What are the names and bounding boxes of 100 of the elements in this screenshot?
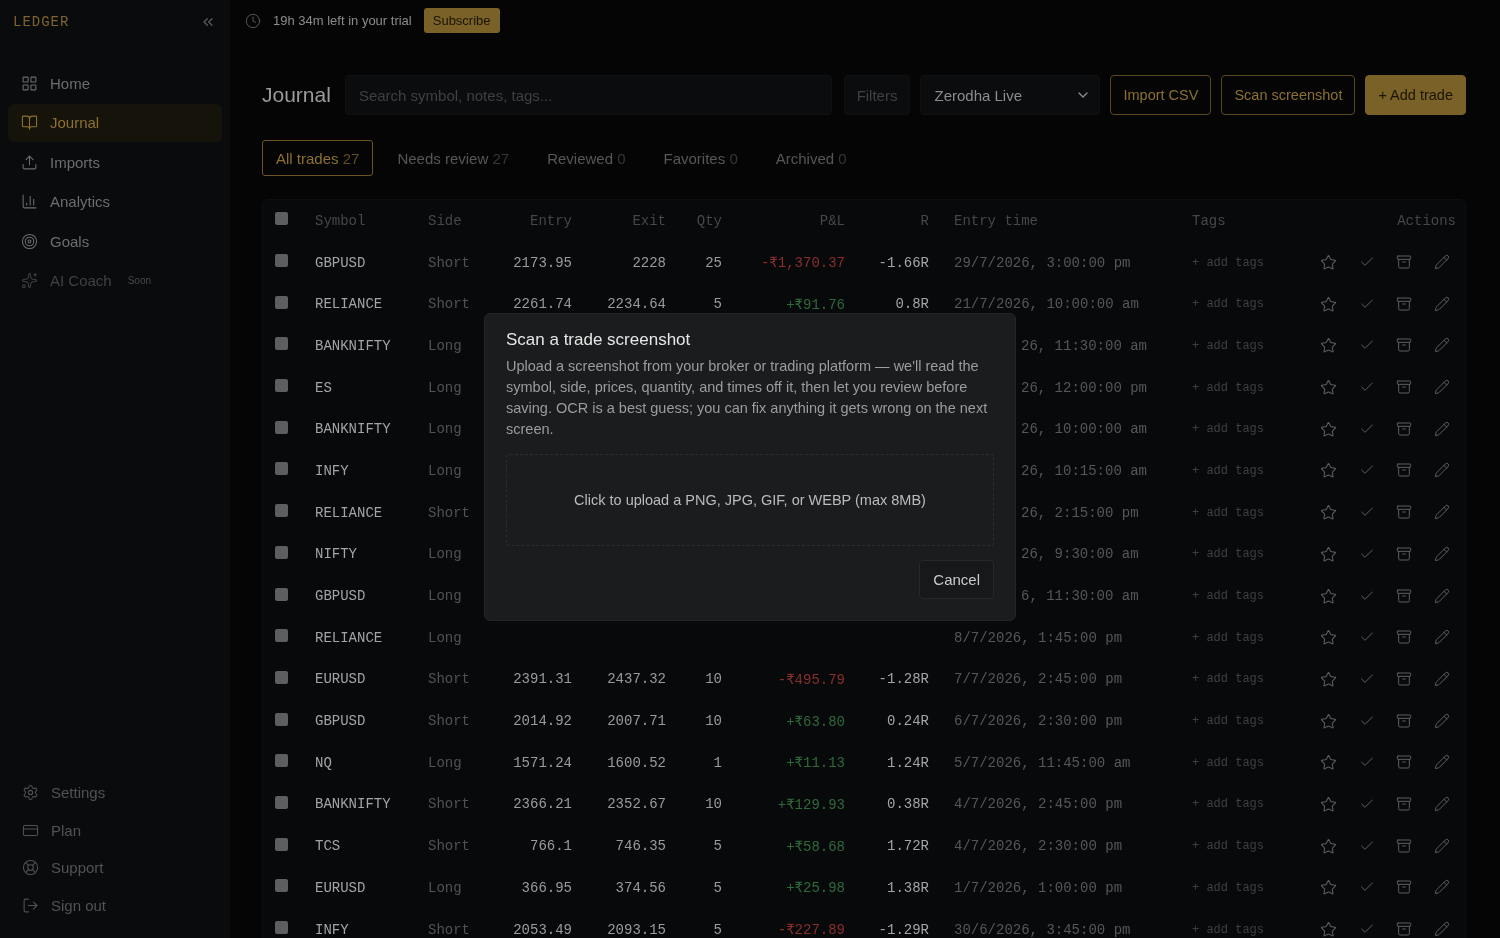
row-checkbox[interactable]: [275, 337, 288, 351]
pencil-icon[interactable]: [1433, 545, 1450, 562]
pencil-icon[interactable]: [1433, 587, 1450, 604]
pencil-icon[interactable]: [1433, 754, 1450, 771]
nav-item[interactable]: Imports: [8, 143, 222, 182]
upload-dropzone[interactable]: Click to upload a PNG, JPG, GIF, or WEBP (max 8MB): [506, 454, 994, 546]
pencil-icon[interactable]: [1433, 504, 1450, 521]
add-tags-link[interactable]: + add tags: [1192, 630, 1310, 645]
archive-icon[interactable]: [1396, 670, 1412, 687]
row-checkbox[interactable]: [275, 504, 288, 518]
star-icon[interactable]: [1320, 712, 1337, 730]
archive-icon[interactable]: [1396, 754, 1412, 771]
toolbar-button[interactable]: Import CSV: [1110, 75, 1212, 115]
archive-icon[interactable]: [1396, 295, 1412, 312]
pencil-icon[interactable]: [1433, 879, 1450, 896]
nav-item[interactable]: Goals: [8, 222, 222, 261]
pencil-icon[interactable]: [1433, 420, 1450, 437]
star-icon[interactable]: [1320, 504, 1337, 522]
star-icon[interactable]: [1320, 795, 1337, 813]
add-tags-link[interactable]: + add tags: [1192, 797, 1310, 812]
pencil-icon[interactable]: [1433, 837, 1450, 854]
account-select[interactable]: Zerodha Live: [920, 75, 1101, 115]
pencil-icon[interactable]: [1433, 670, 1450, 687]
pencil-icon[interactable]: [1433, 337, 1450, 354]
pencil-icon[interactable]: [1433, 462, 1450, 479]
add-tags-link[interactable]: + add tags: [1192, 463, 1310, 478]
add-tags-link[interactable]: + add tags: [1192, 880, 1310, 895]
add-tags-link[interactable]: + add tags: [1192, 755, 1310, 770]
archive-icon[interactable]: [1396, 504, 1412, 521]
row-checkbox[interactable]: [275, 420, 288, 434]
archive-icon[interactable]: [1396, 712, 1412, 729]
archive-icon[interactable]: [1396, 337, 1412, 354]
nav-item[interactable]: Plan: [8, 811, 222, 849]
nav-item[interactable]: Settings: [8, 774, 222, 812]
star-icon[interactable]: [1320, 337, 1337, 355]
add-tags-link[interactable]: + add tags: [1192, 422, 1310, 437]
nav-item[interactable]: Sign out: [8, 886, 222, 924]
star-icon[interactable]: [1320, 587, 1337, 605]
star-icon[interactable]: [1320, 295, 1337, 313]
toolbar-button[interactable]: Scan screenshot: [1221, 75, 1356, 115]
archive-icon[interactable]: [1396, 420, 1412, 437]
row-checkbox[interactable]: [275, 629, 288, 643]
add-tags-link[interactable]: + add tags: [1192, 297, 1310, 312]
nav-item[interactable]: Analytics: [8, 182, 222, 221]
row-checkbox[interactable]: [275, 379, 288, 393]
toolbar-button[interactable]: + Add trade: [1365, 75, 1466, 115]
star-icon[interactable]: [1320, 837, 1337, 855]
star-icon[interactable]: [1320, 379, 1337, 397]
row-checkbox[interactable]: [275, 670, 288, 684]
star-icon[interactable]: [1320, 754, 1337, 772]
archive-icon[interactable]: [1396, 879, 1412, 896]
archive-icon[interactable]: [1396, 545, 1412, 562]
row-checkbox[interactable]: [275, 295, 288, 309]
archive-icon[interactable]: [1396, 629, 1412, 646]
pencil-icon[interactable]: [1433, 379, 1450, 396]
pencil-icon[interactable]: [1433, 712, 1450, 729]
filter-tab[interactable]: All trades 27: [262, 140, 374, 176]
row-checkbox[interactable]: [275, 879, 288, 893]
row-checkbox[interactable]: [275, 837, 288, 851]
archive-icon[interactable]: [1396, 795, 1412, 812]
archive-icon[interactable]: [1396, 837, 1412, 854]
pencil-icon[interactable]: [1433, 629, 1450, 646]
archive-icon[interactable]: [1396, 587, 1412, 604]
row-checkbox[interactable]: [275, 795, 288, 809]
archive-icon[interactable]: [1396, 254, 1412, 271]
star-icon[interactable]: [1320, 879, 1337, 897]
star-icon[interactable]: [1320, 629, 1337, 647]
pencil-icon[interactable]: [1433, 254, 1450, 271]
add-tags-link[interactable]: + add tags: [1192, 589, 1310, 604]
star-icon[interactable]: [1320, 254, 1337, 272]
row-checkbox[interactable]: [275, 545, 288, 559]
add-tags-link[interactable]: + add tags: [1192, 547, 1310, 562]
select-all-checkbox[interactable]: [275, 212, 288, 226]
add-tags-link[interactable]: + add tags: [1192, 255, 1310, 270]
pencil-icon[interactable]: [1433, 295, 1450, 312]
pencil-icon[interactable]: [1433, 921, 1450, 938]
add-tags-link[interactable]: + add tags: [1192, 839, 1310, 854]
pencil-icon[interactable]: [1433, 795, 1450, 812]
archive-icon[interactable]: [1396, 921, 1412, 938]
star-icon[interactable]: [1320, 545, 1337, 563]
nav-item[interactable]: Journal: [8, 103, 222, 142]
star-icon[interactable]: [1320, 420, 1337, 438]
row-checkbox[interactable]: [275, 587, 288, 601]
row-checkbox[interactable]: [275, 462, 288, 476]
add-tags-link[interactable]: + add tags: [1192, 714, 1310, 729]
archive-icon[interactable]: [1396, 462, 1412, 479]
row-checkbox[interactable]: [275, 921, 288, 935]
add-tags-link[interactable]: + add tags: [1192, 380, 1310, 395]
add-tags-link[interactable]: + add tags: [1192, 338, 1310, 353]
cancel-button[interactable]: Cancel: [919, 560, 994, 599]
add-tags-link[interactable]: + add tags: [1192, 672, 1310, 687]
archive-icon[interactable]: [1396, 379, 1412, 396]
add-tags-link[interactable]: + add tags: [1192, 505, 1310, 520]
row-checkbox[interactable]: [275, 712, 288, 726]
star-icon[interactable]: [1320, 670, 1337, 688]
row-checkbox[interactable]: [275, 254, 288, 268]
nav-item[interactable]: Home: [8, 64, 222, 102]
star-icon[interactable]: [1320, 921, 1337, 938]
add-tags-link[interactable]: + add tags: [1192, 922, 1310, 937]
star-icon[interactable]: [1320, 462, 1337, 480]
